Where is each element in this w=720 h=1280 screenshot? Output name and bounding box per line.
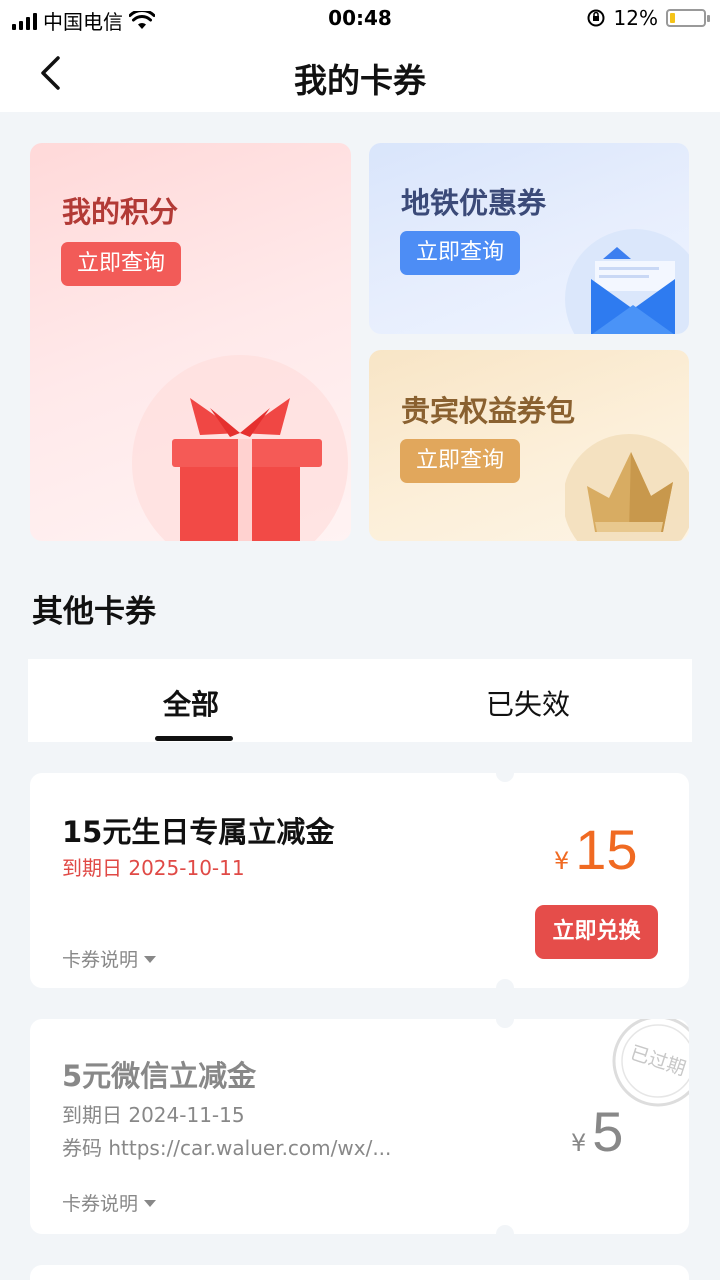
subway-query-button[interactable]: 立即查询 <box>400 231 521 275</box>
coupon-card[interactable]: 15元生日专属立减金 到期日 2025-10-11 卡券说明 ¥ 15 立即兑换 <box>30 773 689 988</box>
gift-icon <box>132 355 348 541</box>
envelope-icon <box>565 229 689 334</box>
coupon-description-toggle[interactable]: 卡券说明 <box>62 945 157 972</box>
caret-down-icon <box>144 1200 157 1207</box>
coupon-notch <box>496 1225 514 1234</box>
points-query-button[interactable]: 立即查询 <box>61 242 182 286</box>
status-bar: 中国电信 00:48 12% <box>0 0 720 38</box>
coupon-card[interactable] <box>30 1265 689 1280</box>
coupon-expiry: 到期日 2024-11-15 <box>62 1103 245 1127</box>
tab-expired[interactable]: 已失效 <box>486 683 570 723</box>
vip-query-button[interactable]: 立即查询 <box>400 439 521 483</box>
rotation-lock-icon <box>587 9 605 27</box>
currency-symbol: ¥ <box>571 1129 587 1157</box>
caret-down-icon <box>144 956 157 963</box>
coupon-description-label: 卡券说明 <box>62 949 139 971</box>
coupon-amount: ¥ 15 <box>554 817 638 882</box>
points-card[interactable]: 我的积分 立即查询 <box>30 143 351 541</box>
expired-stamp: 已过期 <box>612 1019 689 1107</box>
page-title: 我的卡券 <box>294 61 426 100</box>
currency-symbol: ¥ <box>554 847 570 875</box>
coupon-expiry: 到期日 2025-10-11 <box>62 856 245 880</box>
coupon-description-label: 卡券说明 <box>62 1193 139 1215</box>
subway-coupon-card[interactable]: 地铁优惠券 立即查询 <box>369 143 689 334</box>
tab-active-indicator <box>155 736 233 741</box>
expired-stamp-label: 已过期 <box>627 1042 688 1081</box>
coupon-notch <box>496 979 514 988</box>
coupon-code: 券码 https://car.waluer.com/wx/... <box>62 1136 392 1160</box>
section-title: 其他卡券 <box>32 594 156 630</box>
battery-icon <box>666 9 710 27</box>
status-right: 12% <box>586 6 710 30</box>
coupon-description-toggle[interactable]: 卡券说明 <box>62 1189 157 1216</box>
tab-all[interactable]: 全部 <box>163 683 219 723</box>
vip-card-title: 贵宾权益券包 <box>401 394 576 428</box>
coupon-notch <box>496 773 514 782</box>
coupon-title: 5元微信立减金 <box>62 1059 257 1093</box>
redeem-button[interactable]: 立即兑换 <box>535 905 658 959</box>
subway-card-title: 地铁优惠券 <box>401 186 547 220</box>
coupon-notch <box>496 1019 514 1028</box>
battery-percent: 12% <box>613 6 658 30</box>
vip-coupon-pack-card[interactable]: 贵宾权益券包 立即查询 <box>369 350 689 541</box>
points-card-title: 我的积分 <box>62 195 179 229</box>
coupon-card[interactable]: 5元微信立减金 到期日 2024-11-15 券码 https://car.wa… <box>30 1019 689 1234</box>
tab-bar: 全部 已失效 <box>28 659 692 742</box>
crown-icon <box>565 434 689 541</box>
amount-value: 15 <box>575 818 638 881</box>
coupon-title: 15元生日专属立减金 <box>62 815 335 849</box>
nav-bar: 我的卡券 <box>0 38 720 112</box>
